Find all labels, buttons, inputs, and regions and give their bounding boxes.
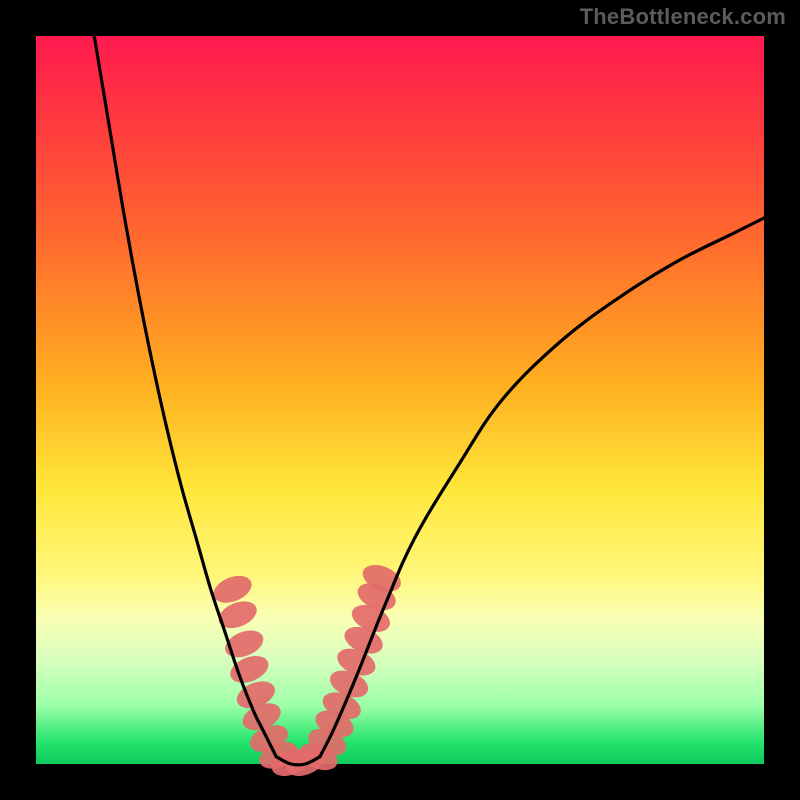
curve-right [320,218,764,757]
attribution-label: TheBottleneck.com [580,4,786,30]
chart-svg [36,36,764,764]
chart-frame: TheBottleneck.com [0,0,800,800]
plot-area [36,36,764,764]
